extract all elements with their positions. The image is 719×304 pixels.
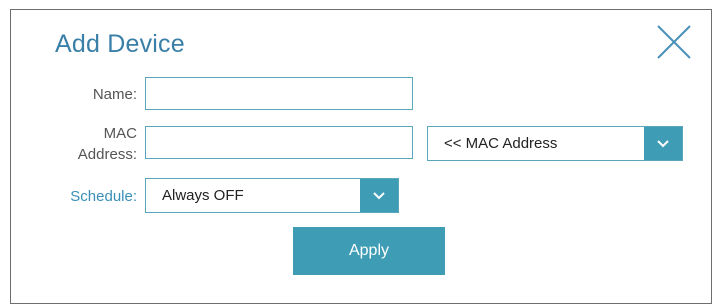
mac-address-select-value: << MAC Address xyxy=(444,135,558,152)
apply-button[interactable]: Apply xyxy=(293,227,445,275)
close-icon[interactable] xyxy=(655,24,693,60)
mac-address-select[interactable]: << MAC Address xyxy=(427,126,683,161)
mac-label-line1: MAC xyxy=(103,125,137,142)
name-input[interactable] xyxy=(145,77,413,110)
chevron-down-icon[interactable] xyxy=(360,179,398,212)
schedule-select-value: Always OFF xyxy=(162,187,244,204)
add-device-dialog: Add Device Name: MAC Address: << MAC Add… xyxy=(10,9,712,304)
name-label: Name: xyxy=(92,86,137,103)
chevron-down-icon[interactable] xyxy=(644,127,682,160)
schedule-select[interactable]: Always OFF xyxy=(145,178,399,213)
dialog-title: Add Device xyxy=(55,30,185,58)
schedule-label[interactable]: Schedule: xyxy=(70,188,137,206)
mac-label-line2: Address: xyxy=(77,146,137,163)
mac-address-input[interactable] xyxy=(145,126,413,159)
